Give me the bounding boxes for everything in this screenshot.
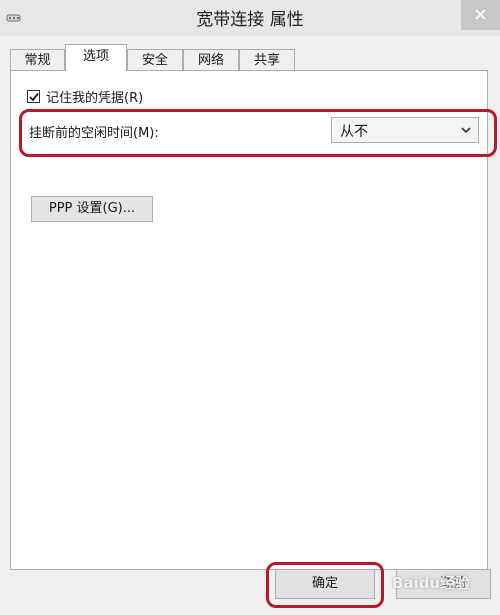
idle-time-select[interactable]: 从不 [331,117,479,143]
watermark: Baidu经验 [392,574,471,592]
checkmark-icon [29,92,39,102]
remember-credentials-label[interactable]: 记住我的凭据(R) [46,87,143,106]
idle-time-value: 从不 [340,124,368,140]
remember-credentials-checkbox[interactable] [27,90,40,103]
options-panel: 记住我的凭据(R) 挂断前的空闲时间(M): 从不 PPP 设置(G)... [10,70,497,570]
tab-sharing[interactable]: 共享 [239,49,295,70]
close-button[interactable] [461,0,500,30]
chevron-down-icon [461,127,471,134]
tab-general[interactable]: 常规 [10,49,65,70]
dialog-body: 常规 选项 安全 网络 共享 记住我的凭据(R) 挂断前的空闲时间(M): 从不… [0,36,500,615]
ok-button-highlight [266,562,384,608]
ppp-settings-button[interactable]: PPP 设置(G)... [31,196,153,222]
tab-networking[interactable]: 网络 [183,49,239,70]
title-bar: 宽带连接 属性 [0,0,500,36]
tab-security[interactable]: 安全 [127,49,183,70]
window-title: 宽带连接 属性 [196,10,304,30]
tab-options[interactable]: 选项 [65,44,127,71]
close-icon [475,9,486,20]
idle-time-label: 挂断前的空闲时间(M): [29,126,159,141]
